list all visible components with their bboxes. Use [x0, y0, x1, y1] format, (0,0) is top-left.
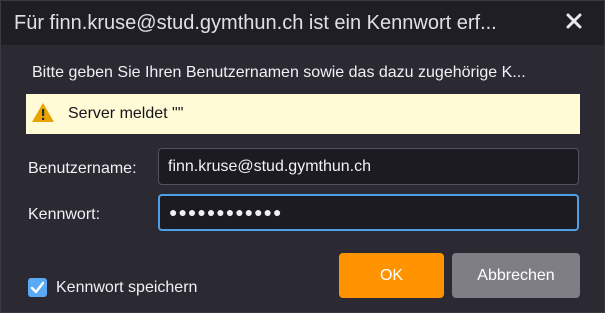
cancel-button[interactable]: Abbrechen	[452, 253, 580, 298]
ok-button[interactable]: OK	[339, 253, 444, 298]
password-field[interactable]: ●●●●●●●●●●●●	[158, 194, 579, 231]
remember-password-label: Kennwort speichern	[56, 279, 198, 296]
dialog-message: Bitte geben Sie Ihren Benutzernamen sowi…	[32, 64, 526, 81]
dialog-title: Für finn.kruse@stud.gymthun.ch ist ein K…	[14, 12, 497, 34]
dialog-titlebar: Für finn.kruse@stud.gymthun.ch ist ein K…	[1, 1, 604, 45]
close-icon[interactable]	[560, 7, 588, 35]
password-dialog: Für finn.kruse@stud.gymthun.ch ist ein K…	[0, 0, 605, 313]
password-label: Kennwort:	[28, 206, 101, 223]
notice-text: Server meldet ""	[68, 105, 184, 122]
checkbox-checked-icon[interactable]	[28, 278, 47, 297]
username-field[interactable]	[158, 148, 579, 185]
server-notice: Server meldet ""	[26, 94, 580, 134]
username-label: Benutzername:	[28, 160, 137, 177]
warning-icon	[31, 101, 55, 125]
